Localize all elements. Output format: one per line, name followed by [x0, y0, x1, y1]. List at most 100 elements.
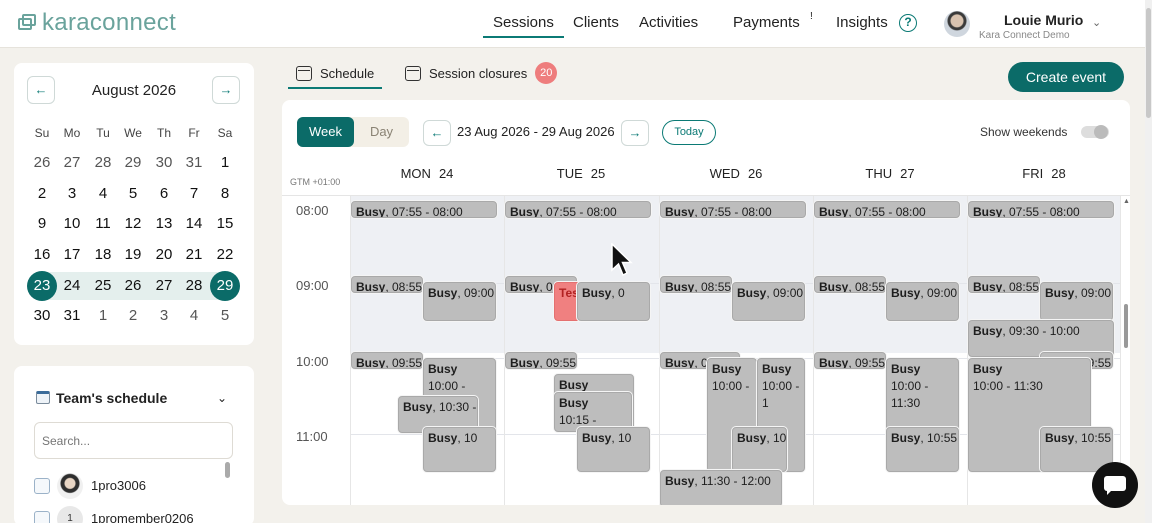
- calendar-day[interactable]: 11: [88, 209, 118, 239]
- busy-event[interactable]: Busy10:15 - 11:00: [554, 392, 632, 432]
- busy-event[interactable]: Busy, 08:55: [968, 276, 1040, 293]
- busy-event[interactable]: Busy, 09:55: [351, 352, 423, 369]
- calendar-day[interactable]: 8: [210, 179, 240, 209]
- calendar-day[interactable]: 9: [27, 209, 57, 239]
- day-column-header[interactable]: WED 26: [659, 166, 813, 181]
- calendar-day[interactable]: 4: [88, 179, 118, 209]
- busy-event[interactable]: Busy, 08:55: [660, 276, 732, 293]
- day-view-button[interactable]: Day: [354, 117, 409, 147]
- calendar-day[interactable]: 17: [57, 240, 87, 270]
- busy-event[interactable]: Busy, 07:55 - 08:00: [505, 201, 651, 218]
- busy-event[interactable]: Busy, 10: [577, 427, 650, 472]
- tab-schedule[interactable]: Schedule: [287, 66, 383, 89]
- calendar-day[interactable]: 1: [88, 301, 118, 331]
- team-list-scrollbar[interactable]: [225, 462, 230, 478]
- create-event-button[interactable]: Create event: [1008, 62, 1124, 92]
- page-scrollbar[interactable]: [1145, 0, 1152, 523]
- help-icon[interactable]: ?: [899, 14, 917, 32]
- nav-insights[interactable]: Insights: [836, 14, 888, 31]
- day-column-header[interactable]: TUE 25: [504, 166, 658, 181]
- busy-event[interactable]: Busy, 07:55 - 08:00: [814, 201, 960, 218]
- calendar-day[interactable]: 31: [57, 301, 87, 331]
- member-checkbox[interactable]: [34, 511, 50, 523]
- calendar-day[interactable]: 20: [149, 240, 179, 270]
- calendar-day[interactable]: 28: [88, 148, 118, 178]
- nav-clients[interactable]: Clients: [573, 14, 619, 31]
- calendar-day[interactable]: 27: [57, 148, 87, 178]
- calendar-day[interactable]: 29: [210, 271, 240, 301]
- team-search-input[interactable]: [34, 422, 233, 459]
- member-checkbox[interactable]: [34, 478, 50, 494]
- calendar-day[interactable]: 30: [149, 148, 179, 178]
- calendar-day[interactable]: 2: [27, 179, 57, 209]
- busy-event[interactable]: Busy, 11:30 - 12:00: [660, 470, 782, 505]
- busy-event[interactable]: Busy, 08:55: [814, 276, 886, 293]
- calendar-day[interactable]: 12: [118, 209, 148, 239]
- day-column-header[interactable]: FRI 28: [967, 166, 1121, 181]
- day-column-header[interactable]: MON 24: [350, 166, 504, 181]
- busy-event[interactable]: Busy, 0: [577, 282, 650, 321]
- calendar-day[interactable]: 25: [88, 271, 118, 301]
- calendar-day[interactable]: 1: [210, 148, 240, 178]
- schedule-scrollbar[interactable]: [1121, 196, 1130, 505]
- team-schedule-title[interactable]: Team's schedule: [56, 390, 167, 406]
- schedule-scroll-thumb[interactable]: [1124, 304, 1128, 348]
- calendar-day[interactable]: 16: [27, 240, 57, 270]
- nav-sessions[interactable]: Sessions: [483, 14, 564, 38]
- calendar-day[interactable]: 24: [57, 271, 87, 301]
- busy-event[interactable]: Busy, 07:55 - 08:00: [968, 201, 1114, 218]
- busy-event[interactable]: Busy, 09:00: [732, 282, 805, 321]
- scroll-up-arrow-icon[interactable]: ▲: [1123, 198, 1130, 205]
- calendar-day[interactable]: 31: [179, 148, 209, 178]
- user-name[interactable]: Louie Murio: [1004, 12, 1083, 28]
- day-column-header[interactable]: THU 27: [813, 166, 967, 181]
- busy-event[interactable]: Busy, 07:55 - 08:00: [660, 201, 806, 218]
- calendar-day[interactable]: 3: [57, 179, 87, 209]
- calendar-day[interactable]: 5: [118, 179, 148, 209]
- calendar-day[interactable]: 13: [149, 209, 179, 239]
- calendar-day[interactable]: 23: [27, 271, 57, 301]
- busy-event[interactable]: Busy, 09:00: [423, 282, 496, 321]
- busy-event[interactable]: Busy, 09:55: [814, 352, 886, 369]
- tab-session-closures[interactable]: Session closures 20: [405, 62, 558, 84]
- calendar-day[interactable]: 15: [210, 209, 240, 239]
- calendar-day[interactable]: 30: [27, 301, 57, 331]
- karaconnect-logo[interactable]: karaconnect: [16, 9, 176, 37]
- busy-event[interactable]: Busy, 07:55 - 08:00: [351, 201, 497, 218]
- calendar-day[interactable]: 18: [88, 240, 118, 270]
- busy-event[interactable]: Busy, 10: [423, 427, 496, 472]
- busy-event[interactable]: Busy, 10:55: [886, 427, 959, 472]
- busy-event[interactable]: Busy, 09:55: [505, 352, 577, 369]
- prev-month-button[interactable]: ←: [27, 76, 55, 104]
- calendar-day[interactable]: 5: [210, 301, 240, 331]
- schedule-grid[interactable]: 08:00 09:00 10:00 11:00 Busy, 07:55 - 08:00…: [282, 196, 1130, 505]
- calendar-day[interactable]: 22: [210, 240, 240, 270]
- calendar-day[interactable]: 21: [179, 240, 209, 270]
- next-month-button[interactable]: →: [212, 76, 240, 104]
- user-menu-chevron-icon[interactable]: ⌄: [1092, 16, 1101, 29]
- busy-event[interactable]: Busy, 10:55: [732, 427, 787, 472]
- busy-event[interactable]: Busy, 08:55: [351, 276, 423, 293]
- calendar-day[interactable]: 29: [118, 148, 148, 178]
- calendar-day[interactable]: 2: [118, 301, 148, 331]
- chat-support-icon[interactable]: [1092, 462, 1138, 508]
- calendar-day[interactable]: 14: [179, 209, 209, 239]
- next-week-button[interactable]: →: [621, 120, 649, 146]
- calendar-day[interactable]: 19: [118, 240, 148, 270]
- calendar-day[interactable]: 7: [179, 179, 209, 209]
- calendar-day[interactable]: 10: [57, 209, 87, 239]
- calendar-day[interactable]: 28: [179, 271, 209, 301]
- calendar-day[interactable]: 4: [179, 301, 209, 331]
- busy-event[interactable]: Busy, 09:00: [886, 282, 959, 321]
- week-view-button[interactable]: Week: [297, 117, 354, 147]
- calendar-day[interactable]: 3: [149, 301, 179, 331]
- calendar-day[interactable]: 26: [118, 271, 148, 301]
- chevron-down-icon[interactable]: ⌄: [217, 391, 227, 405]
- today-button[interactable]: Today: [662, 120, 716, 145]
- calendar-day[interactable]: 27: [149, 271, 179, 301]
- calendar-day[interactable]: 26: [27, 148, 57, 178]
- busy-event[interactable]: Busy, 09:00: [1040, 282, 1113, 321]
- calendar-day[interactable]: 6: [149, 179, 179, 209]
- show-weekends-toggle[interactable]: [1081, 125, 1109, 139]
- nav-payments[interactable]: Payments: [733, 14, 800, 31]
